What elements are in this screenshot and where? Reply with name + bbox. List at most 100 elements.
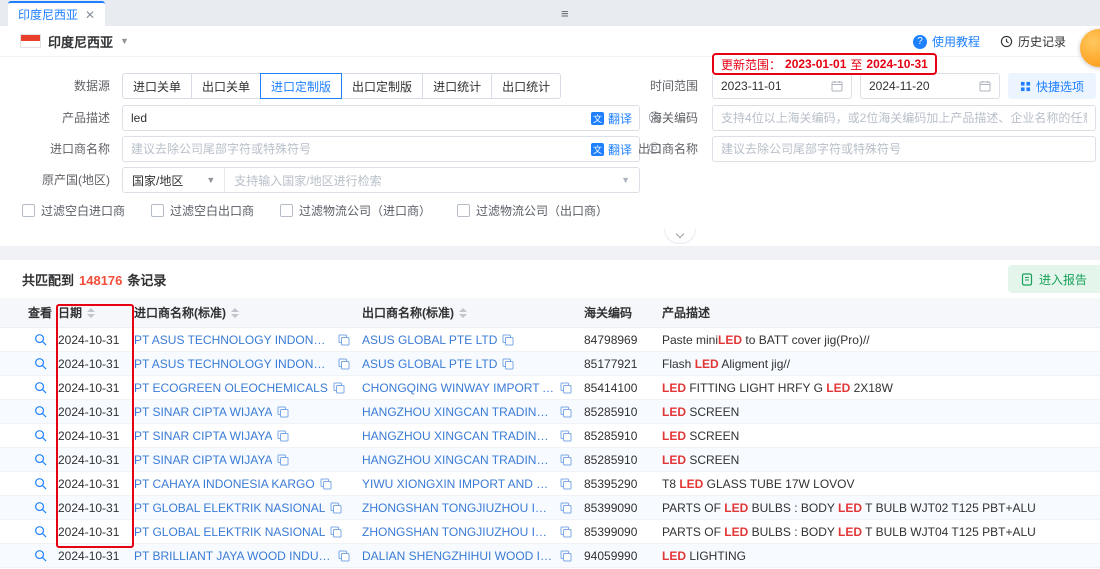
- exporter-link[interactable]: ASUS GLOBAL PTE LTD: [362, 357, 497, 371]
- col-header-importer[interactable]: 进口商名称(标准): [134, 304, 362, 321]
- magnifier-icon[interactable]: [34, 501, 47, 514]
- source-tab[interactable]: 进口定制版: [260, 73, 342, 99]
- importer-link[interactable]: PT ECOGREEN OLEOCHEMICALS: [134, 381, 328, 395]
- copy-icon[interactable]: [333, 382, 345, 394]
- origin-combobox[interactable]: 国家/地区 ▼ 支持输入国家/地区进行检索 ▼: [122, 167, 640, 193]
- enter-report-button[interactable]: 进入报告: [1008, 265, 1100, 293]
- copy-icon[interactable]: [338, 550, 350, 562]
- copy-icon[interactable]: [560, 526, 572, 538]
- importer-link[interactable]: PT BRILLIANT JAYA WOOD INDUSTRY: [134, 549, 333, 563]
- importer-link[interactable]: PT SINAR CIPTA WIJAYA: [134, 453, 272, 467]
- exporter-cell: YIWU XIONGXIN IMPORT AND EXPORT...: [362, 477, 584, 491]
- source-tab[interactable]: 进口统计: [422, 73, 492, 99]
- magnifier-icon[interactable]: [34, 357, 47, 370]
- exporter-cell: DALIAN SHENGZHIHUI WOOD INDUST...: [362, 549, 584, 563]
- copy-icon[interactable]: [560, 406, 572, 418]
- copy-icon[interactable]: [277, 430, 289, 442]
- sort-icon[interactable]: [459, 308, 467, 318]
- magnifier-icon[interactable]: [34, 453, 47, 466]
- exporter-input[interactable]: [712, 136, 1096, 162]
- exporter-link[interactable]: ZHONGSHAN TONGJIUZHOU INTERNA...: [362, 501, 555, 515]
- exporter-link[interactable]: HANGZHOU XINGCAN TRADING CO LTD: [362, 453, 555, 467]
- col-header-description: 产品描述: [662, 304, 1100, 321]
- tab-indonesia[interactable]: 印度尼西亚 ✕: [8, 1, 105, 26]
- checkbox-icon[interactable]: [151, 204, 164, 217]
- exporter-link[interactable]: YIWU XIONGXIN IMPORT AND EXPORT...: [362, 477, 555, 491]
- filter-checkbox[interactable]: 过滤物流公司（进口商）: [280, 202, 431, 219]
- source-tab[interactable]: 进口关单: [122, 73, 192, 99]
- exporter-link[interactable]: DALIAN SHENGZHIHUI WOOD INDUST...: [362, 549, 555, 563]
- magnifier-icon[interactable]: [34, 525, 47, 538]
- hs-code-input[interactable]: [712, 105, 1096, 131]
- collapse-panel-button[interactable]: [664, 229, 696, 244]
- copy-icon[interactable]: [320, 478, 332, 490]
- filter-checkbox[interactable]: 过滤物流公司（出口商）: [457, 202, 608, 219]
- magnifier-icon[interactable]: [34, 477, 47, 490]
- date-from-input[interactable]: 2023-11-01: [712, 73, 852, 99]
- country-selector-label[interactable]: 印度尼西亚: [48, 32, 113, 51]
- col-header-date[interactable]: 日期: [58, 304, 134, 321]
- magnifier-icon[interactable]: [34, 405, 47, 418]
- copy-icon[interactable]: [502, 334, 514, 346]
- importer-link[interactable]: PT GLOBAL ELEKTRIK NASIONAL: [134, 525, 325, 539]
- copy-icon[interactable]: [338, 358, 350, 370]
- origin-type-select[interactable]: 国家/地区 ▼: [123, 168, 225, 192]
- exporter-cell: ASUS GLOBAL PTE LTD: [362, 357, 584, 371]
- copy-icon[interactable]: [560, 382, 572, 394]
- exporter-link[interactable]: CHONGQING WINWAY IMPORT AND E...: [362, 381, 555, 395]
- importer-cell: PT SINAR CIPTA WIJAYA: [134, 405, 362, 419]
- quick-options-button[interactable]: 快捷选项: [1008, 73, 1096, 99]
- tab-strip: 印度尼西亚 ✕ ≡: [0, 0, 1100, 26]
- view-cell: [22, 525, 58, 538]
- copy-icon[interactable]: [277, 406, 289, 418]
- sort-icon[interactable]: [87, 308, 95, 318]
- chevron-down-icon[interactable]: ▼: [120, 36, 129, 46]
- importer-label: 进口商名称: [0, 136, 110, 162]
- copy-icon[interactable]: [330, 526, 342, 538]
- filter-checkbox[interactable]: 过滤空白进口商: [22, 202, 125, 219]
- copy-icon[interactable]: [560, 478, 572, 490]
- tab-close-icon[interactable]: ✕: [85, 8, 95, 22]
- importer-link[interactable]: PT SINAR CIPTA WIJAYA: [134, 429, 272, 443]
- importer-link[interactable]: PT ASUS TECHNOLOGY INDONESIA BA...: [134, 333, 333, 347]
- date-to-input[interactable]: 2024-11-20: [860, 73, 1000, 99]
- history-link[interactable]: 历史记录: [1000, 33, 1066, 50]
- magnifier-icon[interactable]: [34, 549, 47, 562]
- col-header-exporter[interactable]: 出口商名称(标准): [362, 304, 584, 321]
- magnifier-icon[interactable]: [34, 333, 47, 346]
- exporter-cell: ASUS GLOBAL PTE LTD: [362, 333, 584, 347]
- magnifier-icon[interactable]: [34, 429, 47, 442]
- exporter-link[interactable]: ASUS GLOBAL PTE LTD: [362, 333, 497, 347]
- copy-icon[interactable]: [560, 502, 572, 514]
- product-desc-cell: T8 LED GLASS TUBE 17W LOVOV: [662, 477, 1100, 491]
- copy-icon[interactable]: [277, 454, 289, 466]
- source-tab[interactable]: 出口定制版: [341, 73, 423, 99]
- importer-link[interactable]: PT ASUS TECHNOLOGY INDONESIA BA...: [134, 357, 333, 371]
- tab-list-icon[interactable]: ≡: [561, 6, 569, 21]
- chevron-down-icon[interactable]: ▼: [621, 175, 639, 185]
- importer-link[interactable]: PT GLOBAL ELEKTRIK NASIONAL: [134, 501, 325, 515]
- importer-link[interactable]: PT CAHAYA INDONESIA KARGO: [134, 477, 315, 491]
- source-tab[interactable]: 出口统计: [491, 73, 561, 99]
- copy-icon[interactable]: [338, 334, 350, 346]
- magnifier-icon[interactable]: [34, 381, 47, 394]
- matched-summary: 共匹配到148176条记录: [22, 270, 166, 289]
- copy-icon[interactable]: [560, 454, 572, 466]
- exporter-link[interactable]: HANGZHOU XINGCAN TRADING CO LTD: [362, 405, 555, 419]
- copy-icon[interactable]: [330, 502, 342, 514]
- exporter-link[interactable]: ZHONGSHAN TONGJIUZHOU INTERNA...: [362, 525, 555, 539]
- checkbox-icon[interactable]: [280, 204, 293, 217]
- checkbox-icon[interactable]: [22, 204, 35, 217]
- checkbox-icon[interactable]: [457, 204, 470, 217]
- copy-icon[interactable]: [560, 550, 572, 562]
- tutorial-link[interactable]: ? 使用教程: [913, 33, 980, 50]
- hs-code-cell: 85395290: [584, 477, 662, 491]
- sort-icon[interactable]: [231, 308, 239, 318]
- matched-prefix: 共匹配到: [22, 273, 74, 288]
- exporter-link[interactable]: HANGZHOU XINGCAN TRADING CO LTD: [362, 429, 555, 443]
- filter-checkbox[interactable]: 过滤空白出口商: [151, 202, 254, 219]
- copy-icon[interactable]: [560, 430, 572, 442]
- importer-link[interactable]: PT SINAR CIPTA WIJAYA: [134, 405, 272, 419]
- copy-icon[interactable]: [502, 358, 514, 370]
- source-tab[interactable]: 出口关单: [191, 73, 261, 99]
